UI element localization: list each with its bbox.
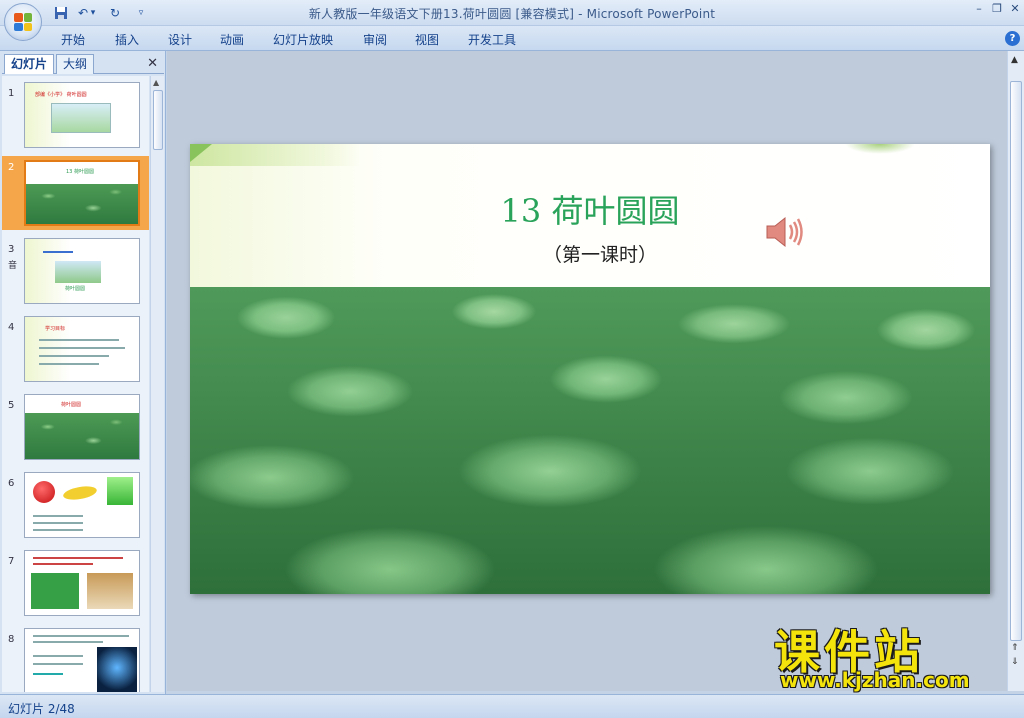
office-button[interactable] xyxy=(4,3,42,41)
slide-thumbnail[interactable]: 荷叶圆圆 xyxy=(24,238,140,304)
slide-counter: 幻灯片 2/48 xyxy=(8,702,75,716)
thumbnail-title: 13 荷叶圆圆 xyxy=(66,169,94,175)
slide-title[interactable]: 13 荷叶圆圆 xyxy=(190,186,990,232)
scroll-up-icon[interactable]: ▲ xyxy=(1011,55,1018,65)
thumbnail-row-3[interactable]: 3 音 荷叶圆圆 xyxy=(2,238,149,308)
close-button[interactable]: ✕ xyxy=(1008,2,1022,16)
thumbnail-image xyxy=(55,261,101,283)
tab-design[interactable]: 设计 xyxy=(168,31,192,48)
thumbnail-image xyxy=(25,413,139,459)
watermark-url: www.kjzhan.com xyxy=(780,668,970,692)
thumbnail-title: 荷叶圆圆 xyxy=(61,402,82,408)
slides-panel: 幻灯片 大纲 ✕ 1 部编《小学》 荷叶圆圆 2 13 荷叶圆圆 3 音 荷叶圆… xyxy=(0,51,166,694)
slide-side-note: 音 xyxy=(8,261,18,271)
slide-number: 3 xyxy=(8,244,15,255)
slide-number: 7 xyxy=(8,556,15,567)
thumbnail-title: 部编《小学》 荷叶圆圆 xyxy=(35,92,87,98)
slide-thumbnail[interactable]: 荷叶圆圆 xyxy=(24,394,140,460)
thumbnail-title: 荷叶圆圆 xyxy=(65,286,86,292)
office-logo-icon xyxy=(14,13,32,31)
thumbnail-title: 学习目标 xyxy=(45,326,66,332)
tab-developer[interactable]: 开发工具 xyxy=(468,31,516,48)
thumbnail-row-4[interactable]: 4 学习目标 xyxy=(2,316,149,386)
speaker-icon[interactable] xyxy=(764,212,804,252)
tab-outline[interactable]: 大纲 xyxy=(56,54,95,74)
tab-slideshow[interactable]: 幻灯片放映 xyxy=(273,31,333,48)
slide-canvas: 13 荷叶圆圆 （第一课时） xyxy=(167,51,1007,691)
thumbnail-image xyxy=(31,573,79,609)
ribbon-tabs: 开始 插入 设计 动画 幻灯片放映 审阅 视图 开发工具 ? xyxy=(0,26,1024,51)
thumbnail-row-6[interactable]: 6 xyxy=(2,472,149,542)
slide-number: 1 xyxy=(8,88,15,99)
tab-review[interactable]: 审阅 xyxy=(363,31,387,48)
close-icon[interactable]: ✕ xyxy=(147,56,158,71)
slide-number: 8 xyxy=(8,634,15,645)
tab-insert[interactable]: 插入 xyxy=(115,31,139,48)
help-icon[interactable]: ? xyxy=(1005,31,1020,46)
slide-header: 13 荷叶圆圆 （第一课时） xyxy=(190,144,990,287)
leaf-decoration-right xyxy=(845,144,915,154)
scrollbar-thumb[interactable] xyxy=(153,90,163,150)
slide-thumbnail[interactable] xyxy=(24,550,140,616)
panel-tabs: 幻灯片 大纲 ✕ xyxy=(2,53,164,74)
panel-scrollbar[interactable]: ▲ xyxy=(150,76,164,692)
banana-image xyxy=(62,484,98,502)
thumbnail-image xyxy=(26,184,138,224)
tab-view[interactable]: 视图 xyxy=(415,31,439,48)
leaf-tip-decoration xyxy=(190,144,212,162)
minimize-button[interactable]: – xyxy=(972,2,986,16)
scroll-up-icon[interactable]: ▲ xyxy=(153,78,159,87)
tab-animation[interactable]: 动画 xyxy=(220,31,244,48)
lotus-leaves-photo xyxy=(190,287,990,594)
slide-thumbnail[interactable]: 13 荷叶圆圆 xyxy=(24,160,140,226)
slide-thumbnail[interactable] xyxy=(24,628,140,692)
slide-number: 5 xyxy=(8,400,15,411)
slide-subtitle[interactable]: （第一课时） xyxy=(190,240,990,267)
window-title: 新人教版一年级语文下册13.荷叶圆圆 [兼容模式] - Microsoft Po… xyxy=(308,7,716,21)
slide-number: 4 xyxy=(8,322,15,333)
leaf-decoration xyxy=(190,144,360,166)
thumbnail-row-5[interactable]: 5 荷叶圆圆 xyxy=(2,394,149,464)
grass-image xyxy=(107,477,133,505)
restore-button[interactable]: ❐ xyxy=(990,2,1004,16)
previous-slide-icon[interactable]: ⇑ xyxy=(1011,643,1019,653)
slide-number: 6 xyxy=(8,478,15,489)
slide-thumbnail[interactable]: 部编《小学》 荷叶圆圆 xyxy=(24,82,140,148)
slide[interactable]: 13 荷叶圆圆 （第一课时） xyxy=(190,144,990,594)
slide-thumbnail[interactable]: 学习目标 xyxy=(24,316,140,382)
thumbnail-list: 1 部编《小学》 荷叶圆圆 2 13 荷叶圆圆 3 音 荷叶圆圆 4 学习目标 … xyxy=(2,76,149,692)
watermark-logo: 课件站 www.kjzhan.com xyxy=(774,616,1006,694)
slide-number: 2 xyxy=(8,162,15,173)
thumbnail-image xyxy=(97,647,137,692)
next-slide-icon[interactable]: ⇓ xyxy=(1011,657,1019,667)
status-bar: 幻灯片 2/48 xyxy=(0,694,1024,718)
tab-home[interactable]: 开始 xyxy=(61,31,85,48)
thumbnail-row-1[interactable]: 1 部编《小学》 荷叶圆圆 xyxy=(2,82,149,154)
thumbnail-row-8[interactable]: 8 xyxy=(2,628,149,692)
apple-image xyxy=(33,481,55,503)
scrollbar-thumb[interactable] xyxy=(1010,81,1022,641)
thumbnail-image xyxy=(87,573,133,609)
thumbnail-image xyxy=(51,103,111,133)
tab-slides[interactable]: 幻灯片 xyxy=(4,54,55,74)
title-bar: ↶ ▾ ↻ ▿ 新人教版一年级语文下册13.荷叶圆圆 [兼容模式] - Micr… xyxy=(0,0,1024,41)
thumbnail-row-7[interactable]: 7 xyxy=(2,550,149,620)
canvas-scrollbar[interactable]: ▲ ⇑ ⇓ xyxy=(1007,51,1024,691)
slide-thumbnail[interactable] xyxy=(24,472,140,538)
thumbnail-row-2[interactable]: 2 13 荷叶圆圆 xyxy=(2,156,149,230)
